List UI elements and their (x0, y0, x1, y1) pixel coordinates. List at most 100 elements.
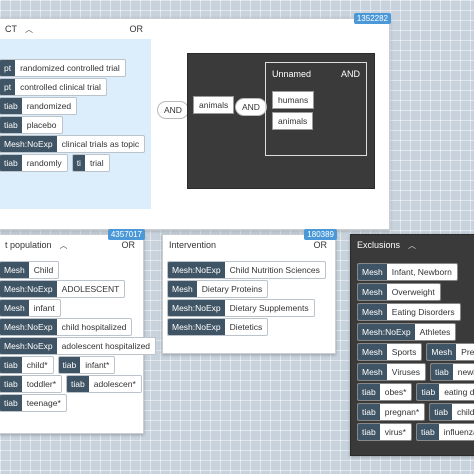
field-key: tiab (417, 384, 440, 400)
population-operator[interactable]: OR (122, 240, 136, 250)
unnamed-title[interactable]: Unnamed (272, 69, 311, 79)
collapse-chevron-icon[interactable]: ︿ (60, 240, 68, 251)
card-id-badge: 1352282 (353, 13, 391, 24)
term-animals[interactable]: animals (272, 112, 314, 130)
field-key: tiab (0, 117, 22, 133)
intervention-title: Intervention (169, 240, 217, 250)
list-item[interactable]: tiab placebo (0, 116, 67, 134)
term-text: child (456, 407, 474, 417)
field-key: tiab (0, 155, 22, 171)
ct-operator[interactable]: OR (130, 24, 144, 34)
field-key: tiab (431, 364, 453, 380)
list-item[interactable]: Mesh Sports Mesh Preg (357, 343, 474, 361)
list-item[interactable]: Mesh:NoExp Child Nutrition Sciences (167, 261, 330, 279)
intervention-card: 180389 Intervention OR Mesh:NoExp Child N… (162, 229, 337, 354)
field-key: tiab (0, 98, 22, 114)
term-text: adolescen* (93, 379, 136, 389)
field-key: Mesh (358, 284, 387, 300)
term-text: eating di (444, 387, 474, 397)
card-id-badge: 4357017 (107, 229, 145, 240)
term-humans[interactable]: humans (272, 91, 315, 109)
list-item[interactable]: Mesh:NoExp Dietetics (167, 318, 272, 336)
term-text: Viruses (391, 367, 420, 377)
list-item[interactable]: Mesh infant (0, 299, 65, 317)
list-item[interactable]: Mesh Viruses tiab newb (357, 363, 474, 381)
list-item[interactable]: Mesh:NoExp clinical trials as topic (0, 135, 149, 153)
term-text: teenage* (26, 398, 61, 408)
list-item[interactable]: tiab teenage* (0, 394, 71, 412)
field-key: Mesh (168, 281, 197, 297)
term-text: newb (457, 367, 474, 377)
term-text: Athletes (419, 327, 451, 337)
term-text: infant* (85, 360, 110, 370)
list-item[interactable]: tiab toddler* tiab adolescen* (0, 375, 146, 393)
list-item[interactable]: tiab obes* tiab eating di (357, 383, 474, 401)
list-item[interactable]: Mesh:NoExp Dietary Supplements (167, 299, 319, 317)
list-item[interactable]: Mesh Overweight (357, 283, 445, 301)
list-item[interactable]: Mesh:NoExp child hospitalized (0, 318, 136, 336)
ct-title: CT (5, 24, 17, 34)
list-item[interactable]: Mesh:NoExp Athletes (357, 323, 460, 341)
list-item[interactable]: Mesh Dietary Proteins (167, 280, 272, 298)
term-text: randomly (26, 158, 62, 168)
field-key: Mesh:NoExp (0, 136, 57, 152)
term-text: randomized controlled trial (20, 63, 120, 73)
intervention-operator[interactable]: OR (314, 240, 328, 250)
term-text: Child (33, 265, 54, 275)
unnamed-operator[interactable]: AND (341, 69, 360, 79)
field-key: tiab (67, 376, 89, 392)
dark-group: animals AND Unnamed AND humans animals (187, 53, 375, 189)
exclusions-title: Exclusions (357, 240, 401, 250)
term-text: child* (26, 360, 48, 370)
term-text: Preg (461, 347, 474, 357)
term-text: randomized (26, 101, 72, 111)
and-connector[interactable]: AND (157, 101, 189, 119)
field-key: Mesh (358, 364, 387, 380)
term-animals[interactable]: animals (193, 96, 235, 114)
term-text: Dietary Supplements (229, 303, 309, 313)
field-key: tiab (358, 424, 380, 440)
list-item[interactable]: Mesh Child (0, 261, 63, 279)
field-key: Mesh:NoExp (168, 262, 225, 278)
field-key: Mesh (358, 264, 387, 280)
term-text: infant (33, 303, 55, 313)
list-item[interactable]: tiab randomized (0, 97, 81, 115)
list-item[interactable]: tiab randomly ti trial (0, 154, 114, 172)
field-key: tiab (430, 404, 452, 420)
list-item[interactable]: tiab child* tiab infant* (0, 356, 119, 374)
list-item[interactable]: pt randomized controlled trial (0, 59, 130, 77)
field-key: Mesh:NoExp (0, 338, 57, 354)
term-text: Dietetics (229, 322, 263, 332)
term-text: Eating Disorders (391, 307, 455, 317)
exclusions-card: Exclusions ︿ Mesh Infant, Newborn Mesh Over… (350, 234, 474, 456)
unnamed-group: Unnamed AND humans animals (265, 62, 367, 156)
term-text: child hospitalized (61, 322, 127, 332)
list-item[interactable]: tiab pregnan* tiab child (357, 403, 474, 421)
field-key: tiab (358, 384, 380, 400)
field-key: tiab (0, 376, 22, 392)
field-key: Mesh (358, 304, 387, 320)
collapse-chevron-icon[interactable]: ︿ (25, 24, 33, 35)
field-key: Mesh:NoExp (168, 319, 225, 335)
field-key: Mesh:NoExp (0, 281, 57, 297)
list-item[interactable]: tiab virus* tiab influenza (357, 423, 474, 441)
field-key: Mesh (0, 300, 29, 316)
list-item[interactable]: Mesh:NoExp adolescent hospitalized (0, 337, 160, 355)
field-key: Mesh (358, 344, 387, 360)
term-text: toddler* (26, 379, 57, 389)
field-key: Mesh:NoExp (168, 300, 225, 316)
and-connector[interactable]: AND (235, 98, 267, 116)
field-key: tiab (358, 404, 380, 420)
list-item[interactable]: pt controlled clinical trial (0, 78, 111, 96)
field-key: Mesh:NoExp (358, 324, 415, 340)
list-item[interactable]: Mesh Eating Disorders (357, 303, 465, 321)
list-item[interactable]: Mesh:NoExp ADOLESCENT (0, 280, 129, 298)
term-text: Overweight (391, 287, 435, 297)
list-item[interactable]: Mesh Infant, Newborn (357, 263, 462, 281)
term-text: obes* (384, 387, 407, 397)
field-key: tiab (58, 357, 81, 373)
collapse-chevron-icon[interactable]: ︿ (408, 240, 416, 251)
term-text: Sports (391, 347, 417, 357)
ct-header: CT ︿ OR (0, 19, 389, 39)
term-text: pregnan* (384, 407, 420, 417)
